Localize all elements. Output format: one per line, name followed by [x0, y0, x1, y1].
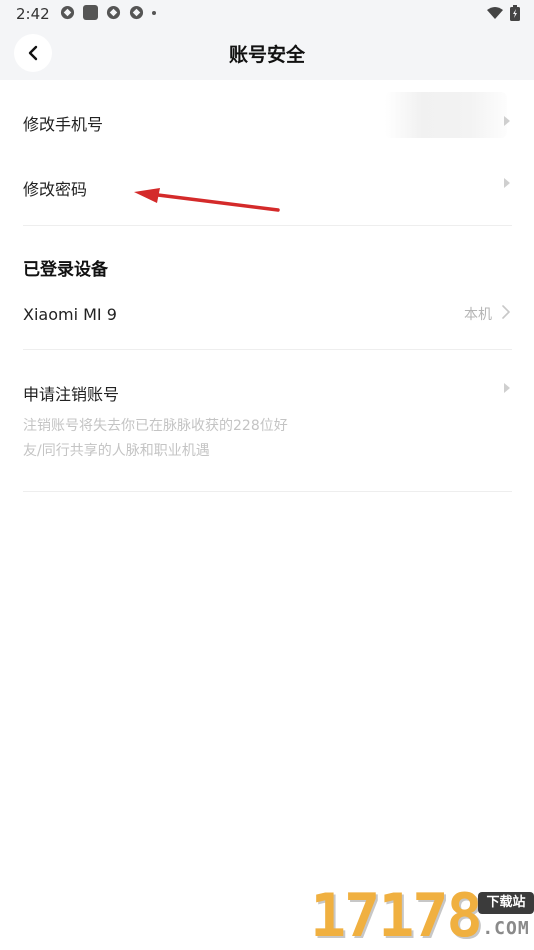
device-name: Xiaomi MI 9: [23, 305, 117, 324]
notification-icons: [60, 5, 156, 20]
logged-in-devices-title: 已登录设备: [23, 260, 108, 280]
description-line: 注销账号将失去你已在脉脉收获的228位好: [23, 418, 288, 434]
watermark-digits: 17178: [310, 881, 483, 950]
change-password-label: 修改密码: [23, 180, 88, 199]
chevron-right-icon: [502, 305, 510, 319]
site-watermark: 17178 下载站 .COM: [310, 880, 534, 950]
page-title: 账号安全: [228, 44, 305, 66]
deactivate-account-description: 注销账号将失去你已在脉脉收获的228位好 友/同行共享的人脉和职业机遇: [23, 414, 313, 464]
watermark-badge: 下载站: [478, 892, 534, 914]
app-notification-icon: [60, 5, 75, 20]
status-bar: 2:42: [0, 0, 534, 28]
divider: [23, 225, 512, 226]
description-line: 友/同行共享的人脉和职业机遇: [23, 443, 210, 459]
phone-number-redacted: [385, 92, 507, 138]
app-notification-icon: [106, 5, 121, 20]
more-notifications-dot-icon: [152, 10, 156, 15]
status-time: 2:42: [16, 5, 50, 23]
chevron-right-icon: [504, 383, 510, 393]
deactivate-account-label: 申请注销账号: [23, 385, 120, 404]
app-notification-icon: [129, 5, 144, 20]
divider: [23, 349, 512, 350]
app-notification-icon: [83, 5, 98, 20]
watermark-domain: .COM: [482, 918, 530, 939]
chevron-right-icon: [504, 116, 510, 126]
annotation-arrow: [134, 188, 280, 212]
change-phone-label: 修改手机号: [23, 115, 104, 134]
account-security-screen: 2:42 账号安全 修改手机号 修改密码 已登录设备 Xiaomi MI 9 本…: [0, 0, 534, 950]
header: 账号安全: [0, 28, 534, 80]
divider: [23, 491, 512, 492]
system-icons: [486, 5, 520, 21]
current-device-note: 本机: [464, 307, 492, 323]
chevron-right-icon: [504, 178, 510, 188]
battery-icon: [510, 5, 520, 21]
wifi-icon: [487, 7, 503, 19]
